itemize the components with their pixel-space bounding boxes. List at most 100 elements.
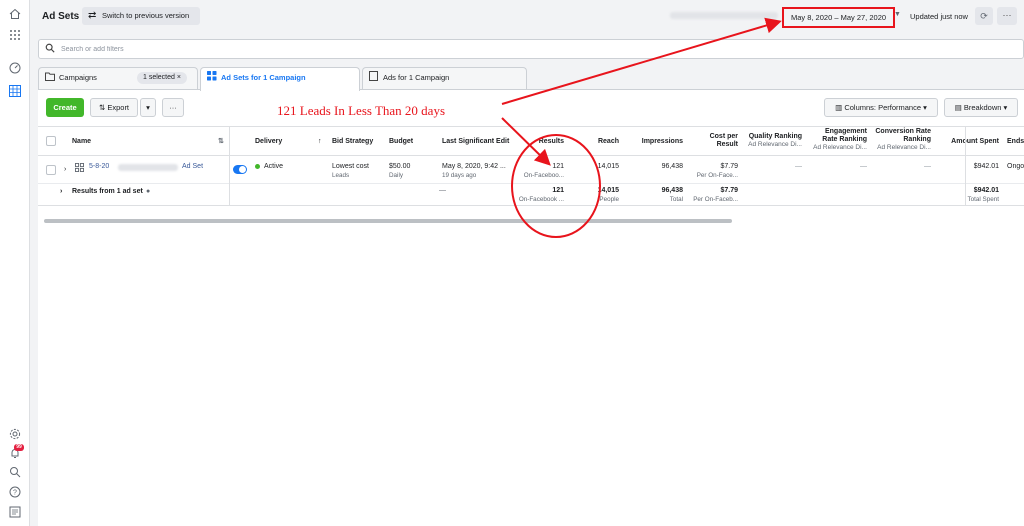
search-bar <box>38 39 1024 59</box>
tab-ads[interactable]: Ads for 1 Campaign <box>362 67 527 89</box>
tab-campaigns[interactable]: Campaigns 1 selected × <box>38 67 198 89</box>
summary-reach-sub: People <box>599 196 619 203</box>
apps-grid-icon[interactable] <box>8 29 22 43</box>
ad-set-toggle[interactable] <box>233 165 247 174</box>
summary-impressions-cell: 96,438 Total <box>662 186 683 204</box>
summary-amount-cell: $942.01 Total Spent <box>967 186 999 204</box>
refresh-icon: ⟳ <box>980 11 988 21</box>
more-options-button[interactable]: ··· <box>997 7 1017 25</box>
chevron-down-icon: ▾ <box>1003 103 1008 112</box>
export-icon: ⇅ <box>98 103 106 112</box>
export-dropdown-button[interactable]: ▾ <box>140 98 156 117</box>
columns-label: Columns: Performance <box>844 103 922 112</box>
ad-sets-icon <box>207 68 217 88</box>
tab-campaigns-label: Campaigns <box>59 73 97 82</box>
col-last-edit[interactable]: Last Significant Edit <box>442 138 509 146</box>
col-cost-line1: Cost per <box>709 133 738 140</box>
tab-ad-sets[interactable]: Ad Sets for 1 Campaign <box>200 67 360 91</box>
annotation-text: 121 Leads In Less Than 20 days <box>277 103 446 118</box>
ad-icon <box>369 68 378 88</box>
col-reach[interactable]: Reach <box>598 138 619 146</box>
breakdown-button[interactable]: ▤ Breakdown ▾ <box>944 98 1018 117</box>
col-conversion-ranking[interactable]: Conversion Rate Ranking Ad Relevance Di.… <box>875 128 931 152</box>
notification-badge: 99 <box>14 444 24 451</box>
col-conversion-line1: Conversion Rate <box>875 128 931 135</box>
horizontal-scrollbar[interactable] <box>44 219 732 223</box>
refresh-button[interactable]: ⟳ <box>975 7 993 25</box>
col-quality-label: Quality Ranking <box>748 133 802 140</box>
col-ends[interactable]: Ends <box>1007 138 1024 146</box>
sort-up-icon[interactable]: ↑ <box>318 138 322 146</box>
date-range-picker[interactable]: May 8, 2020 – May 27, 2020 <box>782 7 895 28</box>
row-checkbox[interactable] <box>46 165 56 175</box>
home-icon[interactable] <box>8 8 22 22</box>
help-icon[interactable]: ? <box>8 486 22 500</box>
expand-chevron-icon[interactable]: › <box>64 165 66 174</box>
summary-last-edit: — <box>439 187 446 194</box>
last-edit-sub: 19 days ago <box>442 172 477 179</box>
tab-ads-label: Ads for 1 Campaign <box>383 73 450 82</box>
col-results[interactable]: Results <box>539 138 564 146</box>
bid-strategy-cell: Lowest cost Leads <box>332 162 369 180</box>
table-row[interactable]: › 5-8-20 Ad Set Active Lowest cost Leads… <box>38 157 1024 184</box>
col-cost-per-result[interactable]: Cost per Result <box>710 133 738 149</box>
engagement-value: — <box>860 163 867 170</box>
chevron-down-icon: ▾ <box>923 103 927 112</box>
folder-icon <box>45 68 55 88</box>
col-budget[interactable]: Budget <box>389 138 413 146</box>
top-bar: Ad Sets ⇄ Switch to previous version May… <box>30 0 1024 32</box>
delivery-status-text: Active <box>264 163 284 170</box>
summary-cost-cell: $7.79 Per On-Faceb... <box>693 186 738 204</box>
summary-reach-value: 14,015 <box>597 187 619 194</box>
delivery-status: Active <box>255 162 283 171</box>
export-button[interactable]: ⇅ Export <box>90 98 138 117</box>
redacted-account-name <box>670 12 778 19</box>
export-label: Export <box>107 103 130 112</box>
col-name[interactable]: Name <box>72 138 91 146</box>
results-cell: 121 On-Faceboo... <box>524 162 564 180</box>
summary-results-sub: On-Facebook ... <box>518 196 564 203</box>
col-amount-spent[interactable]: Amount Spent <box>951 138 999 146</box>
info-icon[interactable]: ● <box>146 187 150 196</box>
chevron-down-icon[interactable]: ▼ <box>894 11 901 18</box>
columns-button[interactable]: ▥ Columns: Performance ▾ <box>824 98 938 117</box>
column-divider <box>229 126 230 206</box>
column-divider <box>965 126 966 206</box>
tab-ad-sets-label: Ad Sets for 1 Campaign <box>221 73 306 82</box>
col-engagement-line1: Engagement <box>824 128 867 135</box>
left-rail: 99 ? <box>0 0 30 526</box>
ads-manager-icon[interactable] <box>8 85 22 99</box>
col-delivery[interactable]: Delivery <box>255 138 282 146</box>
col-quality-ranking[interactable]: Quality Ranking Ad Relevance Di... <box>748 133 802 149</box>
col-bid-strategy[interactable]: Bid Strategy <box>332 138 373 146</box>
switch-version-button[interactable]: ⇄ Switch to previous version <box>82 7 200 25</box>
create-button[interactable]: Create <box>46 98 84 117</box>
ad-set-name-link[interactable]: 5-8-20 <box>89 162 109 171</box>
search-input[interactable] <box>61 43 461 55</box>
results-value: 121 <box>552 163 564 170</box>
settings-icon[interactable] <box>8 428 22 442</box>
more-actions-button[interactable]: ··· <box>162 98 184 117</box>
search-icon[interactable] <box>8 466 22 480</box>
summary-expand-icon[interactable]: › <box>60 187 62 196</box>
selected-chip[interactable]: 1 selected × <box>137 72 187 84</box>
col-engagement-ranking[interactable]: Engagement Rate Ranking Ad Relevance Di.… <box>813 128 867 152</box>
summary-amount-sub: Total Spent <box>967 196 999 203</box>
select-all-checkbox[interactable] <box>46 136 56 146</box>
summary-impressions-sub: Total <box>669 196 683 203</box>
dashboard-icon[interactable] <box>8 62 22 76</box>
more-icon: ··· <box>169 103 177 112</box>
conversion-value: — <box>924 163 931 170</box>
summary-cost-value: $7.79 <box>720 187 738 194</box>
quality-value: — <box>795 163 802 170</box>
summary-results-value: 121 <box>552 187 564 194</box>
report-icon[interactable] <box>8 506 22 520</box>
col-impressions[interactable]: Impressions <box>642 138 683 146</box>
switch-version-label: Switch to previous version <box>102 11 190 20</box>
col-quality-sub: Ad Relevance Di... <box>748 141 802 148</box>
reach-value: 14,015 <box>597 163 619 170</box>
sort-icon[interactable]: ⇅ <box>218 138 224 146</box>
summary-label: Results from 1 ad set <box>72 188 143 195</box>
cost-per-result-cell: $7.79 Per On-Face... <box>697 162 738 180</box>
amount-spent-value: $942.01 <box>973 163 999 170</box>
